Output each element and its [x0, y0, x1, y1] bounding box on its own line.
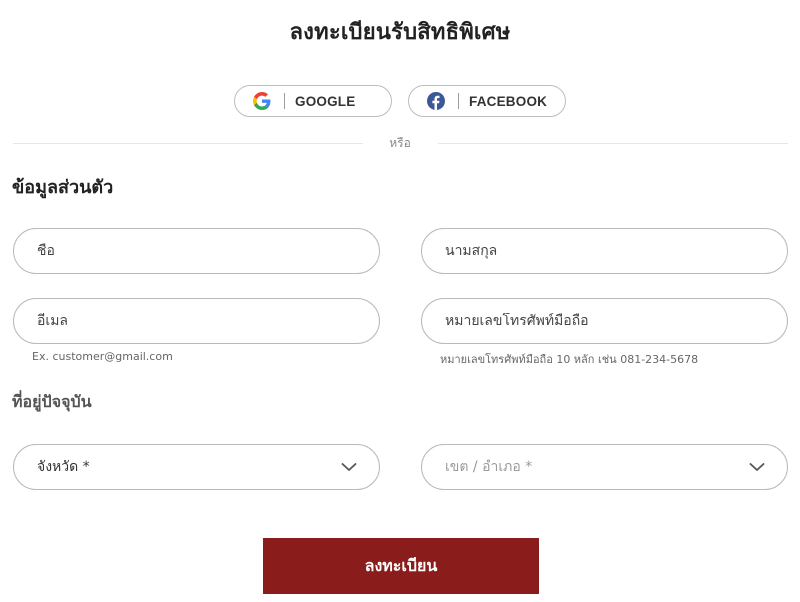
first-name-field[interactable] — [13, 228, 380, 274]
google-label: GOOGLE — [295, 93, 356, 109]
last-name-input[interactable] — [445, 243, 787, 259]
last-name-field[interactable] — [421, 228, 788, 274]
first-name-input[interactable] — [37, 243, 379, 259]
district-select-value: เขต / อำเภอ * — [445, 459, 533, 475]
phone-hint: หมายเลขโทรศัพท์มือถือ 10 หลัก เช่น 081-2… — [440, 353, 699, 366]
facebook-icon — [427, 92, 445, 110]
district-select[interactable]: เขต / อำเภอ * — [421, 444, 788, 490]
separator — [284, 93, 285, 109]
separator — [458, 93, 459, 109]
chevron-down-icon — [749, 462, 765, 472]
email-field[interactable] — [13, 298, 380, 344]
personal-info-title: ข้อมูลส่วนตัว — [12, 177, 114, 198]
province-select[interactable]: จังหวัด * — [13, 444, 380, 490]
email-input[interactable] — [37, 313, 379, 329]
page-title: ลงทะเบียนรับสิทธิพิเศษ — [289, 20, 511, 45]
register-button[interactable]: ลงทะเบียน — [263, 538, 539, 594]
registration-page: ลงทะเบียนรับสิทธิพิเศษ GOOGLE FACEBOOK ห… — [0, 0, 800, 602]
or-text: หรือ — [389, 136, 411, 150]
chevron-down-icon — [341, 462, 357, 472]
email-hint: Ex. customer@gmail.com — [32, 350, 173, 363]
facebook-login-button[interactable]: FACEBOOK — [408, 85, 566, 117]
address-title: ที่อยู่ปัจจุบัน — [12, 392, 92, 411]
phone-input[interactable] — [445, 313, 787, 329]
google-login-button[interactable]: GOOGLE — [234, 85, 392, 117]
province-select-value: จังหวัด * — [37, 459, 90, 475]
divider-right — [438, 143, 788, 144]
google-icon — [253, 92, 271, 110]
facebook-label: FACEBOOK — [469, 93, 548, 109]
divider-left — [13, 143, 363, 144]
phone-field[interactable] — [421, 298, 788, 344]
